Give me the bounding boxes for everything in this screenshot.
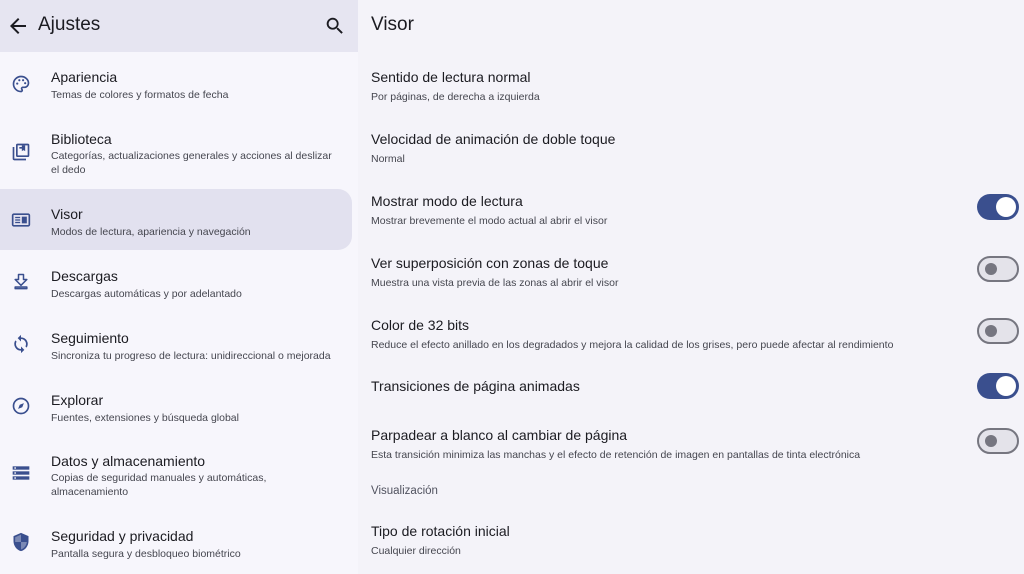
sidebar-item-desc: Descargas automáticas y por adelantado xyxy=(51,288,242,300)
toggle-knob xyxy=(996,197,1016,217)
sidebar-item-label: Seguridad y privacidad xyxy=(51,528,194,544)
pref-label: Tipo de rotación inicial xyxy=(371,523,510,539)
download-icon xyxy=(11,272,31,292)
toggle-knob xyxy=(985,435,997,447)
app-window: Ajustes Apariencia Temas de colores y fo… xyxy=(0,0,1024,574)
pref-label: Sentido de lectura normal xyxy=(371,69,531,85)
sidebar-item-desc: Temas de colores y formatos de fecha xyxy=(51,89,229,101)
sidebar-item-datos[interactable]: Datos y almacenamiento Copias de segurid… xyxy=(0,437,352,513)
pref-label: Ver superposición con zonas de toque xyxy=(371,255,609,271)
sidebar-item-seguridad[interactable]: Seguridad y privacidad Pantalla segura y… xyxy=(0,513,352,574)
pref-label: Color de 32 bits xyxy=(371,317,470,333)
sidebar-item-desc: Fuentes, extensiones y búsqueda global xyxy=(51,412,239,424)
pref-label: Mostrar modo de lectura xyxy=(371,193,523,209)
pref-label: Velocidad de animación de doble toque xyxy=(371,131,616,147)
pref-desc: Normal xyxy=(371,153,405,165)
pane-title: Visor xyxy=(371,14,414,35)
pref-desc: Reduce el efecto anillado en los degrada… xyxy=(371,339,894,351)
pref-reading-direction[interactable]: Sentido de lectura normal Por páginas, d… xyxy=(371,69,1011,103)
sidebar-item-desc: Categorías, actualizaciones generales y … xyxy=(51,150,332,176)
sync-icon xyxy=(11,334,31,354)
pref-animated-transitions[interactable]: Transiciones de página animadas xyxy=(371,378,1011,394)
palette-icon xyxy=(11,74,31,94)
sidebar-item-desc: Copias de seguridad manuales y automátic… xyxy=(51,472,267,498)
sidebar-item-seguimiento[interactable]: Seguimiento Sincroniza tu progreso de le… xyxy=(0,313,352,375)
sidebar-item-label: Biblioteca xyxy=(51,131,112,147)
pref-flash-on-page-change[interactable]: Parpadear a blanco al cambiar de página … xyxy=(371,427,1011,461)
sidebar-item-apariencia[interactable]: Apariencia Temas de colores y formatos d… xyxy=(0,56,352,118)
sidebar-item-label: Datos y almacenamiento xyxy=(51,453,206,469)
tap-zones-overlay-toggle[interactable] xyxy=(977,256,1019,282)
sidebar-item-desc: Pantalla segura y desbloqueo biométrico xyxy=(51,548,241,560)
pref-show-reading-mode[interactable]: Mostrar modo de lectura Mostrar brevemen… xyxy=(371,193,1011,227)
pref-label: Parpadear a blanco al cambiar de página xyxy=(371,427,628,443)
sidebar-item-label: Explorar xyxy=(51,392,104,408)
sidebar-item-label: Descargas xyxy=(51,268,118,284)
sidebar-item-visor[interactable]: Visor Modos de lectura, apariencia y nav… xyxy=(0,189,352,250)
compass-icon xyxy=(11,396,31,416)
flash-on-page-change-toggle[interactable] xyxy=(977,428,1019,454)
sidebar-item-label: Visor xyxy=(51,206,83,222)
pref-desc: Mostrar brevemente el modo actual al abr… xyxy=(371,215,608,227)
storage-icon xyxy=(11,463,31,483)
sidebar-item-biblioteca[interactable]: Biblioteca Categorías, actualizaciones g… xyxy=(0,118,352,188)
pref-desc: Cualquier dirección xyxy=(371,545,461,557)
pref-initial-rotation[interactable]: Tipo de rotación inicial Cualquier direc… xyxy=(371,523,1011,557)
sidebar-item-desc: Sincroniza tu progreso de lectura: unidi… xyxy=(51,350,331,362)
pref-double-tap-speed[interactable]: Velocidad de animación de doble toque No… xyxy=(371,131,1011,165)
pref-desc: Por páginas, de derecha a izquierda xyxy=(371,91,540,103)
32bit-color-toggle[interactable] xyxy=(977,318,1019,344)
pref-label: Transiciones de página animadas xyxy=(371,378,580,394)
sidebar-item-desc: Modos de lectura, apariencia y navegació… xyxy=(51,226,251,238)
sidebar-item-descargas[interactable]: Descargas Descargas automáticas y por ad… xyxy=(0,251,352,313)
top-app-bar: Ajustes xyxy=(0,0,358,52)
toggle-knob xyxy=(996,376,1016,396)
page-title: Ajustes xyxy=(38,14,101,35)
pref-desc: Muestra una vista previa de las zonas al… xyxy=(371,277,619,289)
shield-icon xyxy=(11,532,31,552)
reader-settings-pane: Visor Sentido de lectura normal Por pági… xyxy=(358,0,1024,574)
section-header-display: Visualización xyxy=(371,485,438,497)
pref-tap-zones-overlay[interactable]: Ver superposición con zonas de toque Mue… xyxy=(371,255,1011,289)
animated-transitions-toggle[interactable] xyxy=(977,373,1019,399)
toggle-knob xyxy=(985,263,997,275)
pref-desc: Esta transición minimiza las manchas y e… xyxy=(371,449,861,461)
toggle-knob xyxy=(985,325,997,337)
sidebar-item-explorar[interactable]: Explorar Fuentes, extensiones y búsqueda… xyxy=(0,375,352,437)
search-icon[interactable] xyxy=(324,15,346,37)
settings-sidebar: Ajustes Apariencia Temas de colores y fo… xyxy=(0,0,358,574)
pref-32bit-color[interactable]: Color de 32 bits Reduce el efecto anilla… xyxy=(371,317,1011,351)
sidebar-item-label: Seguimiento xyxy=(51,330,129,346)
reader-icon xyxy=(11,210,31,230)
show-reading-mode-toggle[interactable] xyxy=(977,194,1019,220)
arrow-back-icon[interactable] xyxy=(6,14,30,38)
library-icon xyxy=(11,142,31,162)
sidebar-item-label: Apariencia xyxy=(51,69,118,85)
